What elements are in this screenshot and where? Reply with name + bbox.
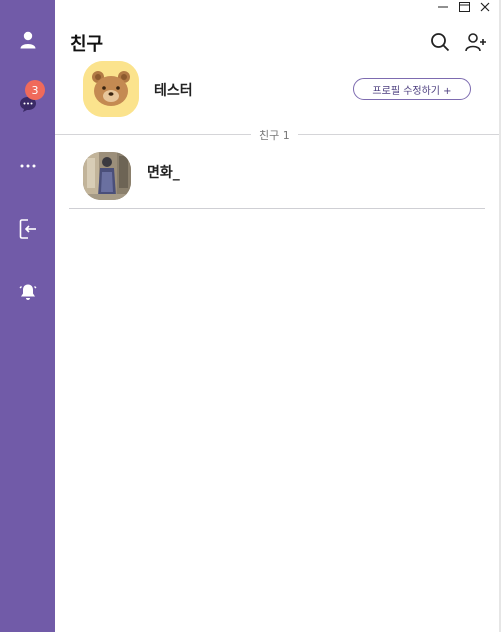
more-icon xyxy=(20,164,35,168)
search-button[interactable] xyxy=(428,30,452,54)
sidebar-item-logout[interactable] xyxy=(0,209,55,249)
app-window: 3 친구 테스터 프로필 수정하기 + 친구 1 면화_ xyxy=(0,0,501,632)
my-profile-name: 테스터 xyxy=(154,83,193,99)
chat-unread-badge: 3 xyxy=(25,80,45,100)
maximize-icon xyxy=(458,2,470,12)
friend-name: 면화_ xyxy=(147,165,180,181)
friend-list-item[interactable]: 면화_ xyxy=(69,148,485,208)
photo-avatar-icon xyxy=(83,152,131,200)
page-title: 친구 xyxy=(70,34,104,55)
close-icon xyxy=(480,2,490,12)
add-friend-icon xyxy=(465,33,486,52)
sidebar: 3 xyxy=(0,0,55,632)
edit-profile-button[interactable]: 프로필 수정하기 + xyxy=(353,78,471,100)
logout-icon xyxy=(19,219,36,239)
person-icon xyxy=(20,31,35,49)
my-profile-avatar[interactable] xyxy=(83,61,139,117)
search-icon xyxy=(431,33,450,52)
minimize-icon xyxy=(438,6,448,8)
friends-count-label: 친구 1 xyxy=(251,127,298,143)
sidebar-item-more[interactable] xyxy=(0,146,55,186)
minimize-button[interactable] xyxy=(434,0,452,14)
sidebar-item-friends[interactable] xyxy=(0,20,55,60)
add-friend-button[interactable] xyxy=(464,30,488,54)
friend-avatar xyxy=(83,152,131,200)
maximize-button[interactable] xyxy=(455,0,473,14)
sidebar-item-notifications[interactable] xyxy=(0,272,55,312)
bell-icon xyxy=(19,284,36,300)
bear-avatar-icon xyxy=(83,61,139,117)
close-button[interactable] xyxy=(476,0,494,14)
row-divider xyxy=(69,208,485,209)
